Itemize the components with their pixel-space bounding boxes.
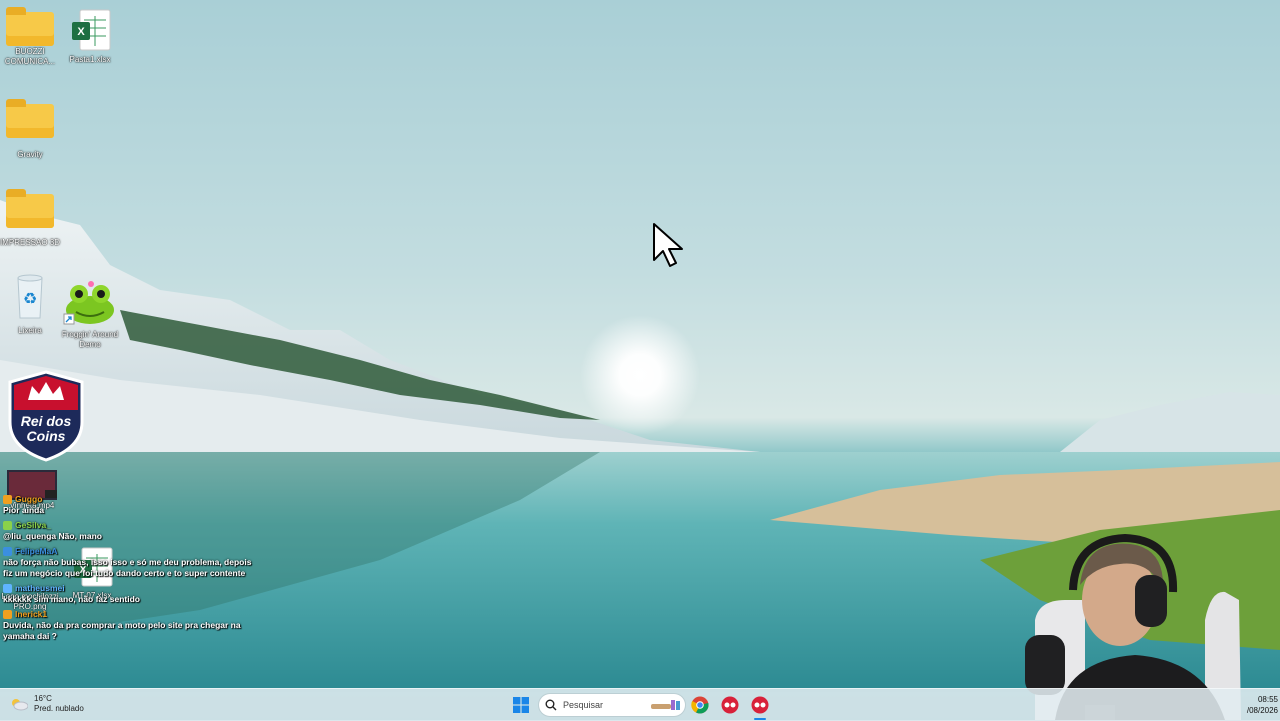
red-app-icon-active[interactable] xyxy=(751,696,769,714)
excel-file-icon: X xyxy=(72,9,111,51)
weather-widget[interactable]: 16°C Pred. nublado xyxy=(10,694,84,714)
desktop-icon-froggin-around[interactable]: Froggin' Around Demo xyxy=(60,280,120,350)
weather-temperature: 16°C xyxy=(34,694,52,703)
chat-message: matheusmei kkkkkk sim mano, não faz senti… xyxy=(3,583,263,605)
recycle-bin-icon: ♻ xyxy=(17,274,43,319)
chat-badge-icon xyxy=(3,584,12,594)
chat-badge-icon xyxy=(3,521,12,531)
clock-date: /08/2026 xyxy=(1246,706,1278,715)
folder-icon xyxy=(6,99,54,138)
desktop-icon-label: IMPRESSAO 3D xyxy=(0,238,61,247)
svg-text:♻: ♻ xyxy=(23,289,37,308)
search-placeholder: Pesquisar xyxy=(563,700,604,710)
red-app-icon[interactable] xyxy=(721,696,739,714)
svg-text:X: X xyxy=(77,26,85,38)
cloudy-weather-icon xyxy=(12,699,28,711)
taskbar-clock[interactable]: 08:55 /08/2026 xyxy=(1232,694,1278,716)
chat-text: @liu_quenga Não, mano xyxy=(3,531,102,541)
windows-start-icon[interactable] xyxy=(513,697,529,713)
taskbar: 16°C Pred. nublado Pesquisar 08:55 /08/2… xyxy=(0,688,1280,721)
chat-text: Pior ainda xyxy=(3,505,45,515)
search-highlight-icon xyxy=(651,700,680,710)
chat-badge-icon xyxy=(3,610,12,620)
chat-message: FelipeMaA não força não bubas, isso isso … xyxy=(3,546,263,579)
chat-username: matheusmei xyxy=(15,583,65,593)
desktop-icon-label: BUOZZI COMUNICA... xyxy=(4,47,56,66)
desktop-icon-impressao-3d-folder[interactable]: IMPRESSAO 3D xyxy=(0,189,61,248)
chrome-icon[interactable] xyxy=(691,696,709,714)
desktop-icon-recycle-bin[interactable]: ♻ Lixeira xyxy=(0,272,60,336)
chat-text: não força não bubas, isso isso e só me d… xyxy=(3,557,252,578)
chat-message: GeSilva_ @liu_quenga Não, mano xyxy=(3,520,263,542)
mouse-cursor xyxy=(653,223,683,267)
chat-text: Duvida, não da pra comprar a moto pelo s… xyxy=(3,620,241,641)
desktop-icon-label: Gravity xyxy=(17,150,43,159)
chat-badge-icon xyxy=(3,547,12,557)
frog-game-icon xyxy=(63,281,114,325)
chat-username: GeSilva_ xyxy=(15,520,51,530)
channel-logo: Rei dos Coins xyxy=(8,370,84,462)
chat-message: Inerick1 Duvida, não da pra comprar a mot… xyxy=(3,609,263,642)
desktop-icon-buozzi-folder[interactable]: BUOZZI COMUNICA... xyxy=(0,7,60,67)
weather-description: Pred. nublado xyxy=(34,704,84,713)
folder-icon xyxy=(6,189,54,228)
desktop-icon-label: Froggin' Around Demo xyxy=(61,330,119,349)
folder-icon xyxy=(6,7,54,46)
desktop-icon-label: Lixeira xyxy=(18,326,42,335)
logo-text-line1: Rei dos xyxy=(21,413,72,429)
chat-message: Guggo Pior ainda xyxy=(3,494,263,516)
taskbar-search-box[interactable]: Pesquisar xyxy=(539,694,685,716)
desktop-icon-label: Pasta1.xlsx xyxy=(69,55,111,64)
logo-text-line2: Coins xyxy=(27,428,66,444)
search-icon xyxy=(545,699,557,711)
clock-time: 08:55 xyxy=(1257,695,1278,704)
stream-chat: Guggo Pior ainda GeSilva_ @liu_quenga Não, … xyxy=(3,494,263,646)
chat-badge-icon xyxy=(3,495,12,505)
desktop-icon-gravity-folder[interactable]: Gravity xyxy=(0,99,60,160)
desktop-icon-pasta1-xlsx[interactable]: X Pasta1.xlsx xyxy=(60,8,120,65)
chat-username: Guggo xyxy=(15,494,43,504)
chat-username: FelipeMaA xyxy=(15,546,58,556)
chat-text: kkkkkk sim mano, não faz sentido xyxy=(3,594,140,604)
chat-username: Inerick1 xyxy=(15,609,48,619)
